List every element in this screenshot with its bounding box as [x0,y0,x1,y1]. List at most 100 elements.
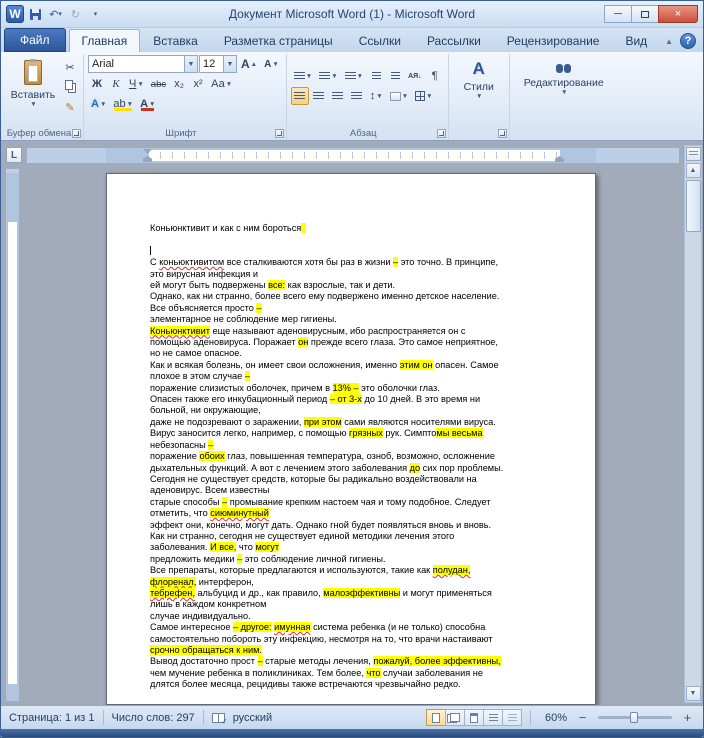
grow-font-button[interactable]: А ▲ [238,55,260,73]
tab-Вставка[interactable]: Вставка [140,29,211,52]
numbering-button[interactable]: ▼ [316,67,340,85]
strikethrough-button[interactable]: abc [148,75,169,93]
text-highlight-color-button[interactable]: ab ▼ [110,95,136,113]
print-layout-view-button[interactable] [426,709,446,726]
draft-view-button[interactable] [502,709,522,726]
justify-icon [351,91,363,101]
increase-indent-button[interactable] [386,67,404,85]
cut-button[interactable]: ✂ [61,58,79,76]
document-page[interactable]: Коньюнктивит и как с ним бороться С конь… [106,173,596,705]
vertical-scrollbar[interactable]: ▲ ▼ [684,145,702,703]
zoom-out-button[interactable]: − [575,710,590,725]
clipboard-dialog-launcher[interactable] [72,129,81,138]
ruler-toggle-button[interactable] [685,147,701,161]
shrink-font-icon: А [264,58,272,70]
borders-button[interactable]: ▼ [412,87,435,105]
word-app-icon[interactable]: W [6,5,24,23]
word-count-label[interactable]: Число слов: 297 [112,712,195,724]
draft-view-icon [507,713,517,722]
text-effects-button[interactable]: А ▼ [88,95,109,113]
decrease-indent-button[interactable] [367,67,385,85]
styles-icon: А [472,59,485,78]
scroll-down-button[interactable]: ▼ [685,686,701,701]
tab-selector[interactable]: L [6,147,22,163]
tab-Главная[interactable]: Главная [68,29,141,52]
styles-button[interactable]: А Стили ▼ [453,55,505,125]
document-line: Коньюнктивит еще называют аденовирусным,… [150,325,466,336]
web-layout-button[interactable] [464,709,484,726]
separator [102,710,104,725]
clipboard-group: Вставить ▼ ✂ ✎ Буфер обмена [3,54,84,140]
align-right-button[interactable] [329,87,347,105]
binoculars-icon [556,64,564,73]
subscript-button[interactable]: x₂ [170,75,188,93]
document-line: самостоятельно побороть эту инфекцию, не… [150,633,493,644]
document-line: помощью аденовируса. Поражает он прежде … [150,337,498,348]
justify-button[interactable] [348,87,366,105]
page-count-label[interactable]: Страница: 1 из 1 [9,712,95,724]
shading-button[interactable]: ▼ [387,87,411,105]
italic-button[interactable]: К [107,75,125,93]
language-label[interactable]: русский [233,712,272,724]
undo-button[interactable]: ↶ ▾ [47,6,64,23]
tab-Вид[interactable]: Вид [612,29,660,52]
zoom-slider-thumb[interactable] [630,712,638,723]
chevron-down-icon[interactable]: ▼ [223,56,236,72]
show-marks-button[interactable]: ¶ [426,67,444,85]
document-line [150,245,561,257]
document-line: больной, ни окружающие, [150,405,261,416]
outline-view-button[interactable] [483,709,503,726]
horizontal-ruler[interactable] [27,148,679,163]
scrollbar-thumb[interactable] [685,180,701,232]
minimize-ribbon-icon[interactable]: ▲ [665,37,673,46]
tab-Рецензирование[interactable]: Рецензирование [494,29,613,52]
font-size-combobox[interactable]: 12 ▼ [199,55,237,73]
multilevel-list-button[interactable]: ▼ [342,67,366,85]
format-painter-button[interactable]: ✎ [61,98,79,116]
zoom-level-label[interactable]: 60% [539,712,567,724]
copy-button[interactable] [61,78,79,96]
restore-button[interactable] [631,5,659,23]
font-name-combobox[interactable]: Arial ▼ [88,55,198,73]
chevron-down-icon[interactable]: ▼ [184,56,197,72]
document-line: Самое интересное – другое: имунная систе… [150,622,486,633]
qat-customize-button[interactable]: ▾ [87,6,104,23]
zoom-slider[interactable] [598,712,672,723]
bold-button[interactable]: Ж [88,75,106,93]
change-case-button[interactable]: Аа ▼ [208,75,235,93]
highlight-icon: ab [113,98,126,110]
font-dialog-launcher[interactable] [274,129,284,138]
bullets-button[interactable]: ▼ [291,67,315,85]
font-color-button[interactable]: А ▼ [137,95,158,113]
save-button[interactable] [27,6,44,23]
redo-button[interactable]: ↻ [67,6,84,23]
vertical-ruler[interactable] [6,169,19,701]
align-left-button[interactable] [290,87,309,105]
editing-button[interactable]: Редактирование ▼ [514,55,614,125]
styles-dialog-launcher[interactable] [497,129,507,138]
multilevel-list-icon [344,71,356,81]
superscript-button[interactable]: x² [189,75,207,93]
minimize-button[interactable]: ─ [604,5,632,23]
document-line: дыхательных функций. А вот с лечением эт… [150,462,504,473]
help-button[interactable]: ? [680,33,696,49]
line-spacing-button[interactable]: ↕ ▼ [367,87,386,105]
status-bar: Страница: 1 из 1 Число слов: 297 русский… [1,705,703,729]
proofing-status-icon[interactable] [211,712,228,726]
zoom-in-button[interactable]: + [680,710,695,725]
paste-button[interactable]: Вставить ▼ [7,55,59,125]
underline-button[interactable]: Ч ▼ [126,75,147,93]
close-button[interactable]: × [658,5,698,23]
paragraph-dialog-launcher[interactable] [436,129,446,138]
document-line: чем мучение ребенка в поликлиниках. Тем … [150,667,483,678]
shrink-font-button[interactable]: А ▼ [261,55,282,73]
tab-Рассылки[interactable]: Рассылки [414,29,494,52]
full-screen-reading-button[interactable] [445,709,465,726]
tab-Разметка страницы[interactable]: Разметка страницы [211,29,346,52]
document-line: поражение обоих глаз, повышенная темпера… [150,451,495,462]
sort-button[interactable]: АЯ↓ [405,67,425,85]
align-center-button[interactable] [310,87,328,105]
tab-Ссылки[interactable]: Ссылки [346,29,414,52]
tab-Файл[interactable]: Файл [4,28,66,52]
scroll-up-button[interactable]: ▲ [685,163,701,178]
